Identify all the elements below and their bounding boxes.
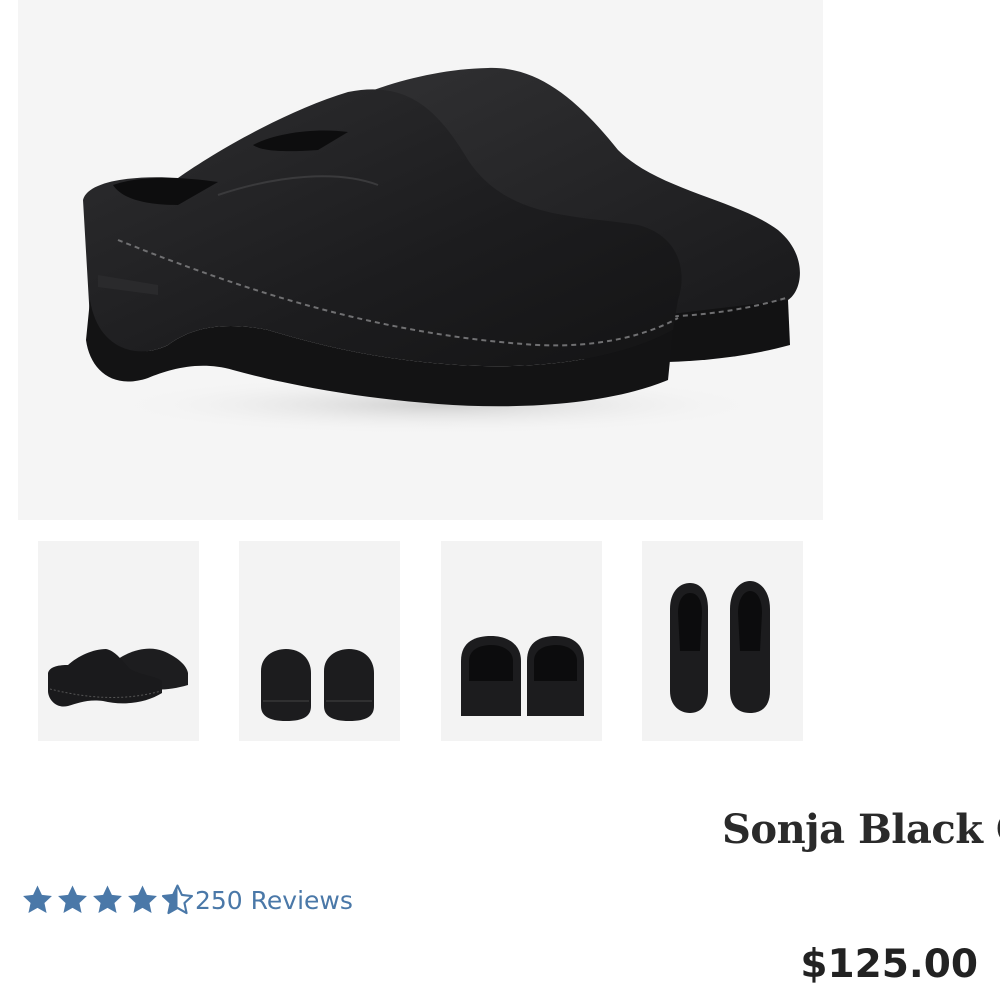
clog-pair-angled-image <box>83 67 800 435</box>
star-half-icon <box>161 884 194 915</box>
thumbnail-top-image <box>670 581 770 713</box>
star-rating <box>20 883 195 917</box>
thumbnail-angled[interactable] <box>38 541 199 741</box>
main-product-image[interactable] <box>18 0 823 520</box>
star-full-icon <box>23 885 52 914</box>
product-price: $125.00 <box>800 942 978 987</box>
thumbnail-back[interactable] <box>441 541 602 741</box>
product-page: Sonja Black Oiled 250 Reviews $125.00 <box>0 0 1000 1000</box>
product-title: Sonja Black Oiled <box>722 806 1000 853</box>
star-full-icon <box>128 885 157 914</box>
star-full-icon <box>93 885 122 914</box>
rating-summary[interactable]: 250 Reviews <box>20 878 353 922</box>
thumbnail-angled-image <box>48 648 188 707</box>
reviews-link[interactable]: 250 Reviews <box>195 886 353 915</box>
thumbnail-front[interactable] <box>239 541 400 741</box>
star-full-icon <box>58 885 87 914</box>
thumbnail-front-image <box>261 649 374 721</box>
thumbnail-back-image <box>461 636 584 716</box>
thumbnail-top[interactable] <box>642 541 803 741</box>
